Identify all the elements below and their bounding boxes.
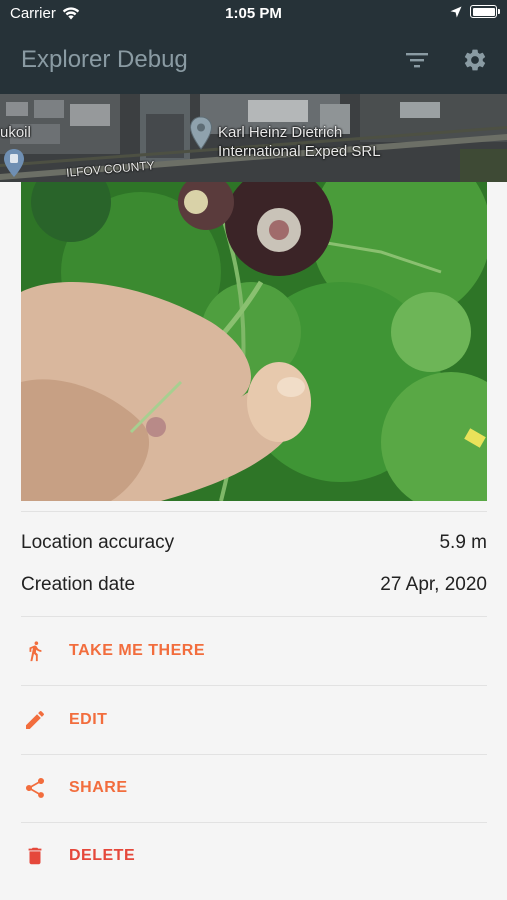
filter-button[interactable] [403, 46, 431, 74]
trash-icon-wrap [21, 842, 49, 870]
app-bar-actions [403, 46, 489, 74]
share-icon-wrap [21, 774, 49, 802]
share-button[interactable]: SHARE [21, 754, 487, 822]
take-me-there-label: TAKE ME THERE [69, 642, 205, 659]
map-label-poi-name-1: Karl Heinz Dietrich [218, 124, 343, 141]
gear-icon [464, 49, 486, 71]
app-title: Explorer Debug [21, 46, 188, 73]
settings-button[interactable] [461, 46, 489, 74]
map-transit-icon [4, 149, 24, 177]
plant-photo-image [21, 182, 487, 501]
filter-icon [406, 53, 428, 68]
map-label-poi-left: ukoil [0, 124, 31, 141]
take-me-there-button[interactable]: TAKE ME THERE [21, 617, 487, 685]
location-accuracy-value: 5.9 m [439, 532, 487, 553]
location-accuracy-label: Location accuracy [21, 532, 175, 553]
battery-icon [470, 5, 500, 18]
creation-date-value: 27 Apr, 2020 [380, 574, 487, 595]
creation-date-row: Creation date 27 Apr, 2020 [21, 574, 487, 596]
creation-date-label: Creation date [21, 574, 136, 595]
pencil-icon [26, 710, 45, 729]
trash-icon [28, 847, 42, 865]
status-time: 1:05 PM [225, 5, 282, 22]
share-icon [25, 777, 45, 798]
share-label: SHARE [69, 779, 128, 796]
app-bar: Explorer Debug [0, 28, 507, 94]
status-bar: Carrier 1:05 PM [0, 0, 507, 28]
pencil-icon-wrap [21, 706, 49, 734]
delete-label: DELETE [69, 847, 136, 864]
divider-photo [21, 511, 487, 512]
observation-photo[interactable] [21, 182, 487, 501]
map-pin-icon[interactable] [189, 116, 213, 150]
edit-label: EDIT [69, 711, 108, 728]
location-accuracy-row: Location accuracy 5.9 m [21, 532, 487, 554]
edit-button[interactable]: EDIT [21, 686, 487, 754]
walk-icon [29, 641, 42, 662]
delete-button[interactable]: DELETE [21, 822, 487, 890]
walk-icon-wrap [21, 637, 49, 665]
location-arrow-icon [450, 6, 462, 17]
status-right [450, 5, 500, 18]
map-label-poi-name-2: International Exped SRL [218, 143, 381, 160]
map-view[interactable]: ukoil Karl Heinz Dietrich International … [0, 94, 507, 182]
